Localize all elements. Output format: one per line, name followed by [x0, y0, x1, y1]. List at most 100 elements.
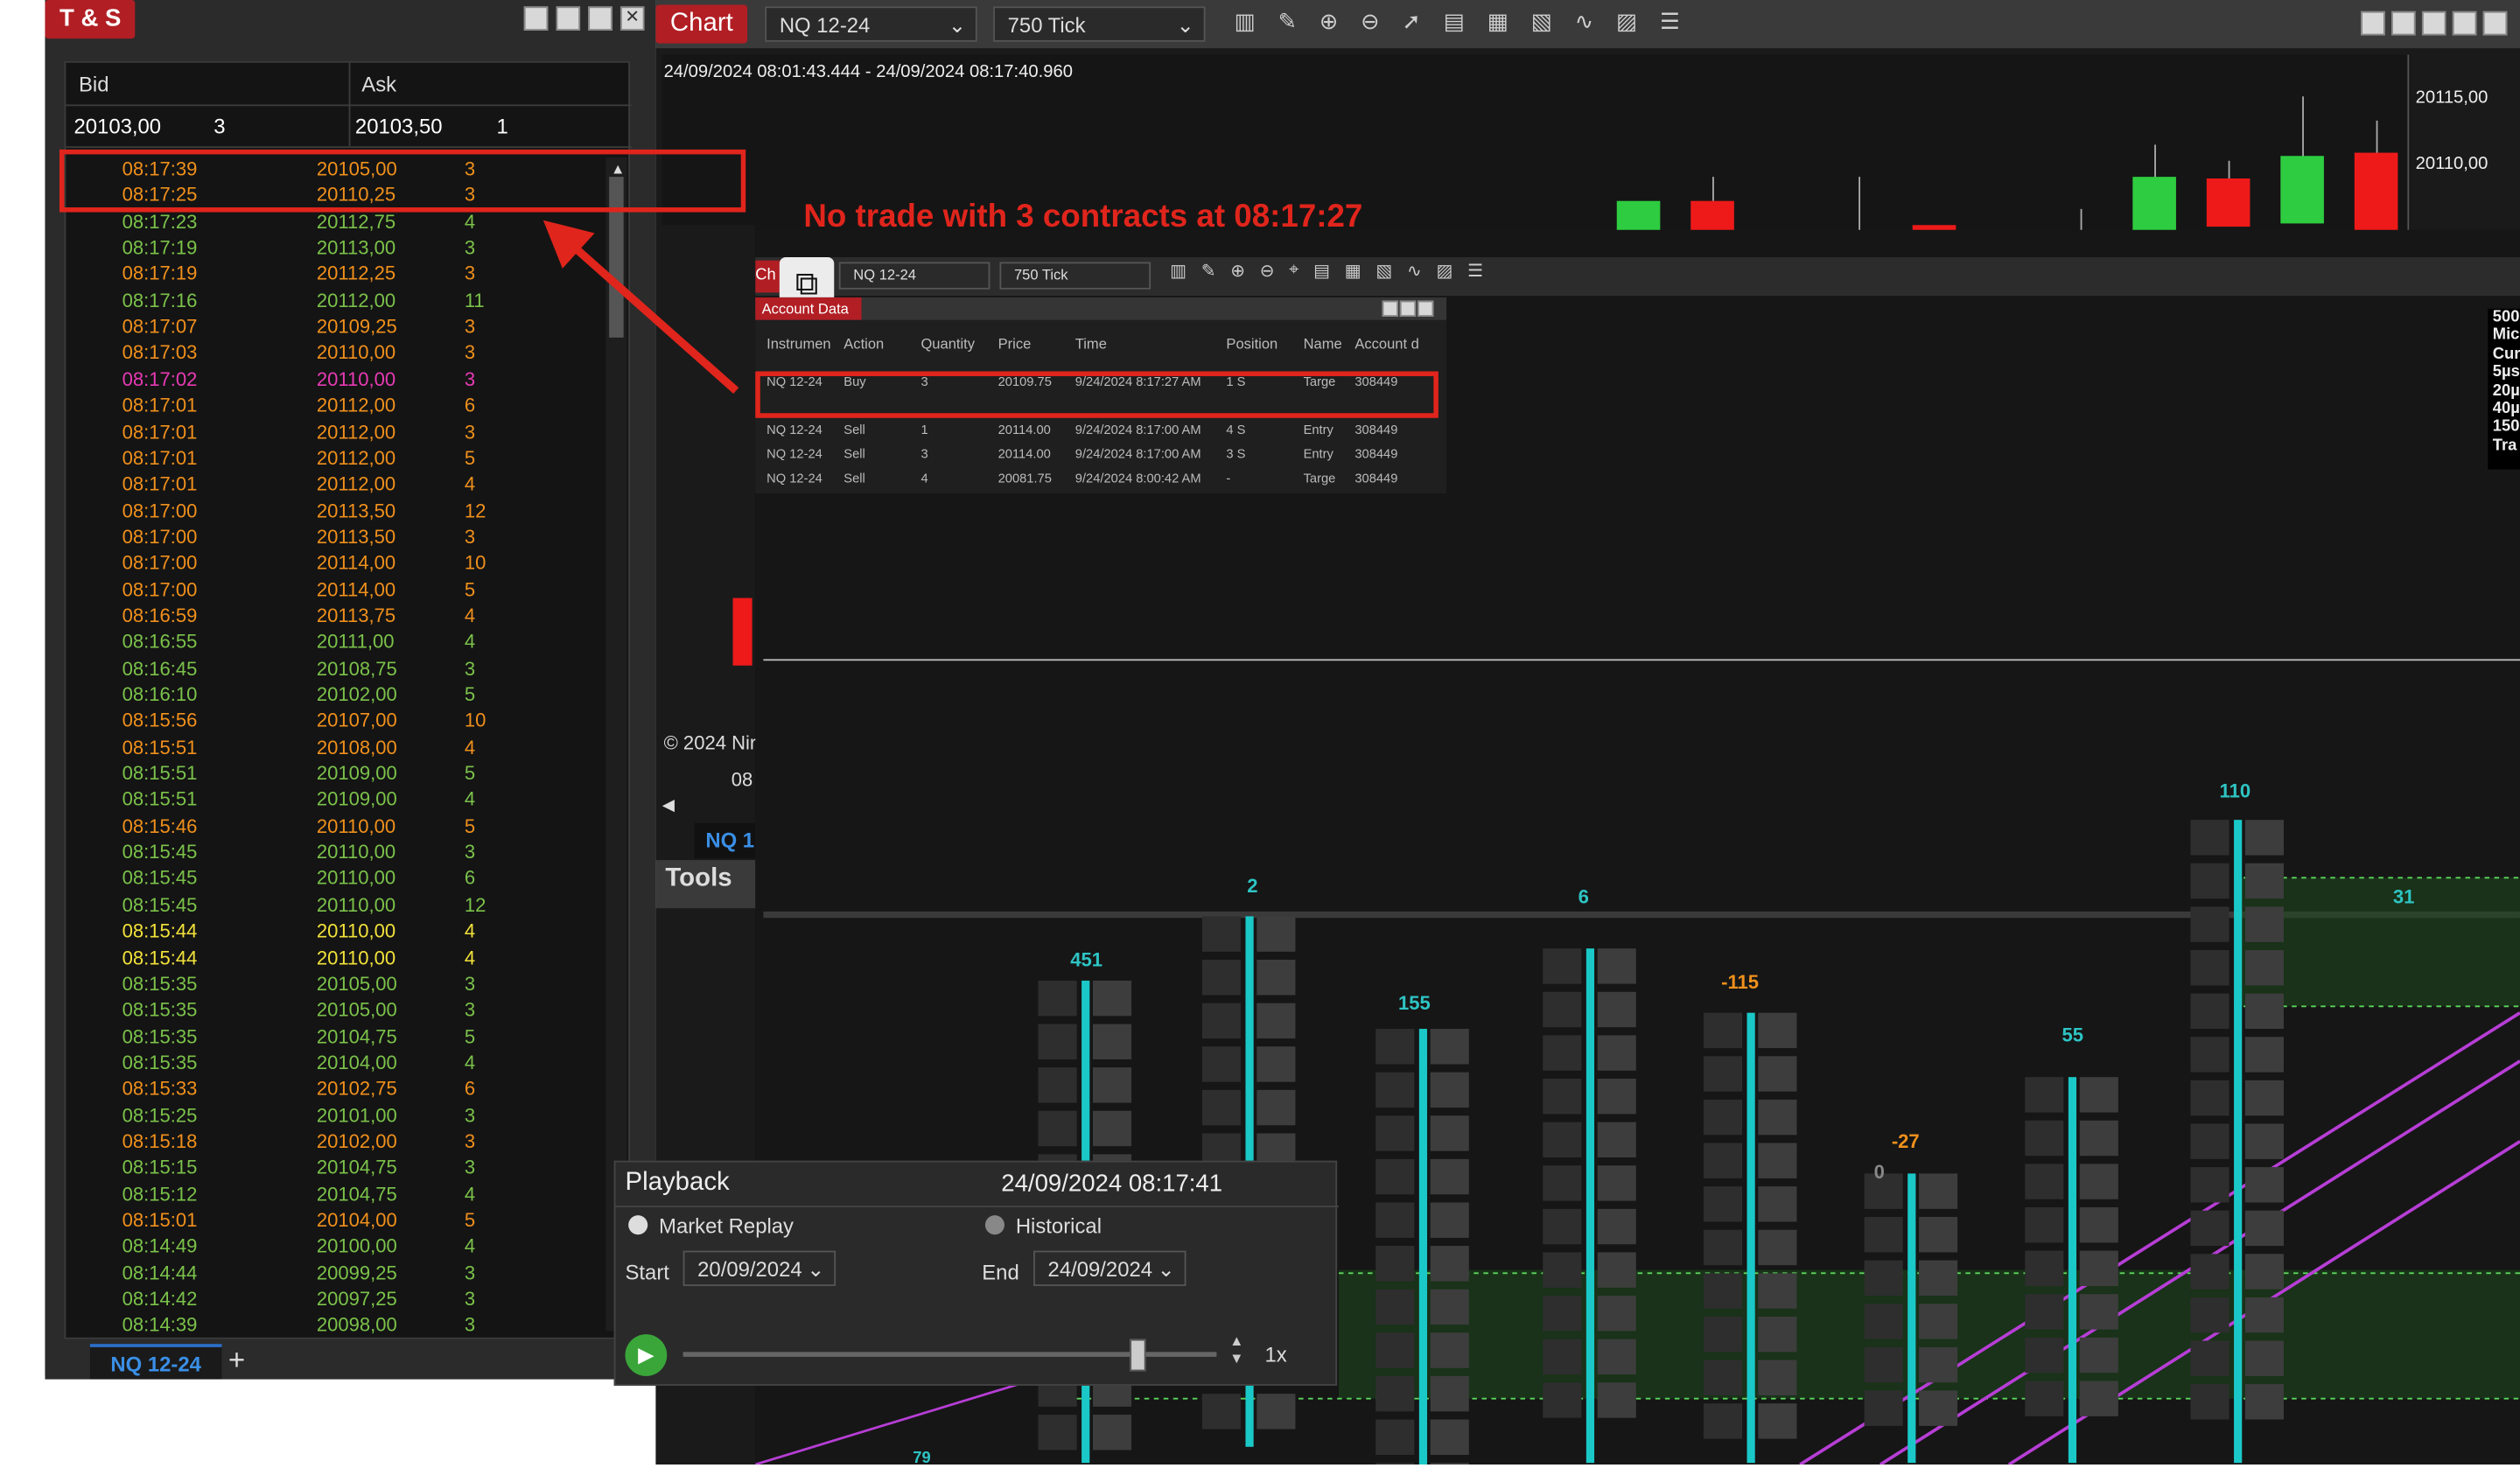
tab-nq[interactable]: NQ 1	[694, 822, 756, 859]
start-date-select[interactable]: 20/09/2024 ⌄	[682, 1250, 836, 1287]
zoom-in-icon[interactable]: ⊕	[1320, 8, 1339, 35]
indicators-icon[interactable]: ▧	[1376, 261, 1392, 282]
candle	[2132, 177, 2176, 234]
inner-chart-tab[interactable]: Ch	[755, 260, 781, 293]
maximize-icon[interactable]	[1399, 300, 1417, 317]
ts-size: 4	[464, 1234, 476, 1258]
market-replay-radio[interactable]	[628, 1215, 648, 1235]
templates-icon[interactable]: ▦	[1488, 8, 1508, 35]
footprint-cell	[1758, 1143, 1797, 1178]
account-cell: 3	[920, 446, 928, 462]
ts-size: 6	[464, 394, 476, 417]
bars-icon[interactable]: ▥	[1170, 261, 1186, 282]
ts-time: 08:17:00	[122, 499, 198, 522]
account-row[interactable]: NQ 12-24 Sell 4 20081.75 9/24/2024 8:00:42 A…	[766, 466, 1441, 491]
minimize-icon[interactable]	[556, 6, 581, 31]
tools-panel[interactable]: Tools	[655, 860, 756, 909]
ts-row: 08:15:46 20110,00 5	[66, 813, 548, 839]
ts-size: 4	[464, 472, 476, 496]
maximize-icon[interactable]	[588, 6, 612, 31]
period-select[interactable]: 750 Tick ⌄	[993, 6, 1206, 42]
bars-icon[interactable]: ▥	[1235, 8, 1256, 35]
inner-toolbar: Ch NQ 12-24 750 Tick ▥ ✎ ⊕ ⊖ ⌖ ▤ ▦ ▧ ∿ ▨ ☰	[755, 257, 2520, 297]
data-box-icon[interactable]: ▤	[1444, 8, 1465, 35]
pointer-icon[interactable]: ➚	[1402, 8, 1421, 35]
list-icon[interactable]: ☰	[1467, 261, 1483, 282]
crosshair-icon[interactable]: ⌖	[1289, 261, 1298, 282]
ts-price: 20112,25	[316, 262, 396, 285]
account-header: Price	[998, 336, 1032, 353]
data-box-icon[interactable]: ▤	[1313, 261, 1330, 282]
playback-title: Playback	[625, 1168, 730, 1197]
account-row[interactable]: NQ 12-24 Sell 3 20114.00 9/24/2024 8:17:00 A…	[766, 442, 1441, 466]
close-icon[interactable]: ✕	[620, 6, 645, 31]
indicators-icon[interactable]: ▧	[1531, 8, 1552, 35]
playback-slider-thumb[interactable]	[1130, 1339, 1146, 1372]
footprint-cell	[1376, 1289, 1415, 1325]
footprint-cell	[1758, 1316, 1797, 1353]
properties-icon[interactable]: ▨	[1616, 8, 1637, 35]
templates-icon[interactable]: ▦	[1345, 261, 1362, 282]
minimize-icon[interactable]	[2421, 10, 2446, 36]
restore-icon[interactable]	[2391, 10, 2416, 36]
close-icon[interactable]	[2482, 10, 2508, 36]
play-button[interactable]: ▶	[625, 1334, 668, 1376]
footprint-cell	[1201, 1046, 1241, 1082]
footprint-cell	[1864, 1260, 1903, 1297]
zoom-out-icon[interactable]: ⊖	[1260, 261, 1275, 282]
add-tab-button[interactable]: +	[228, 1344, 245, 1378]
account-row[interactable]: NQ 12-24 Sell 1 20114.00 9/24/2024 8:17:00 A…	[766, 418, 1441, 443]
footprint-cell	[2244, 993, 2284, 1030]
speed-stepper-icon[interactable]: ▲ ▼	[1229, 1332, 1243, 1367]
strategies-icon[interactable]: ∿	[1407, 261, 1422, 282]
strategies-icon[interactable]: ∿	[1575, 8, 1594, 35]
account-window-controls	[1382, 300, 1434, 317]
restore-icon[interactable]	[2361, 10, 2385, 36]
chart-tab[interactable]: Chart	[655, 4, 748, 44]
footprint-cell	[2190, 1384, 2230, 1420]
ts-price: 20108,00	[316, 736, 397, 758]
restore-icon[interactable]	[523, 6, 549, 31]
divider	[615, 1206, 1339, 1207]
zoom-in-icon[interactable]: ⊕	[1230, 261, 1245, 282]
footprint-candle-body	[2068, 1077, 2077, 1464]
footprint-cell	[2025, 1250, 2064, 1287]
historical-radio[interactable]	[984, 1215, 1004, 1235]
ts-row: 08:14:42 20097,25 3	[66, 1286, 548, 1312]
account-cell: -	[1226, 471, 1231, 486]
footprint-cell	[2190, 1254, 2230, 1290]
instrument-select[interactable]: NQ 12-24 ⌄	[765, 6, 977, 42]
ts-price: 20113,00	[316, 236, 396, 259]
ts-time: 08:16:45	[122, 656, 198, 680]
ts-time: 08:16:59	[122, 604, 198, 627]
footprint-cell	[1758, 1056, 1797, 1092]
delta-label: -27	[1891, 1129, 1920, 1153]
ts-row: 08:17:19 20113,00 3	[66, 234, 548, 261]
inner-instrument-select[interactable]: NQ 12-24	[838, 262, 990, 290]
list-icon[interactable]: ☰	[1660, 8, 1680, 35]
footprint-cell	[1758, 1012, 1797, 1049]
minimize-icon[interactable]	[1382, 300, 1398, 317]
maximize-icon[interactable]	[2452, 10, 2477, 36]
ts-time: 08:17:02	[122, 367, 198, 391]
footprint-cell	[1376, 1246, 1415, 1282]
ts-price: 20110,00	[316, 814, 396, 837]
close-icon[interactable]	[1417, 300, 1434, 317]
end-date-select[interactable]: 24/09/2024 ⌄	[1033, 1250, 1186, 1287]
footprint-cell	[1201, 1089, 1241, 1126]
footprint-cell	[1201, 1003, 1241, 1039]
properties-icon[interactable]: ▨	[1436, 261, 1452, 282]
ts-size: 6	[464, 1077, 476, 1101]
ts-price: 20114,00	[316, 551, 396, 575]
footprint-cell	[2244, 1210, 2284, 1247]
ts-size: 5	[464, 682, 476, 706]
inner-period-select[interactable]: 750 Tick	[999, 262, 1152, 290]
ts-price: 20102,75	[316, 1077, 397, 1101]
scroll-left-icon[interactable]: ◀	[662, 797, 675, 814]
pencil-icon[interactable]: ✎	[1201, 261, 1216, 282]
footprint-cell	[1256, 1089, 1296, 1126]
footprint-cell	[2244, 906, 2284, 942]
chevron-down-icon: ⌄	[1176, 12, 1194, 38]
pencil-icon[interactable]: ✎	[1278, 8, 1298, 35]
zoom-out-icon[interactable]: ⊖	[1361, 8, 1380, 35]
